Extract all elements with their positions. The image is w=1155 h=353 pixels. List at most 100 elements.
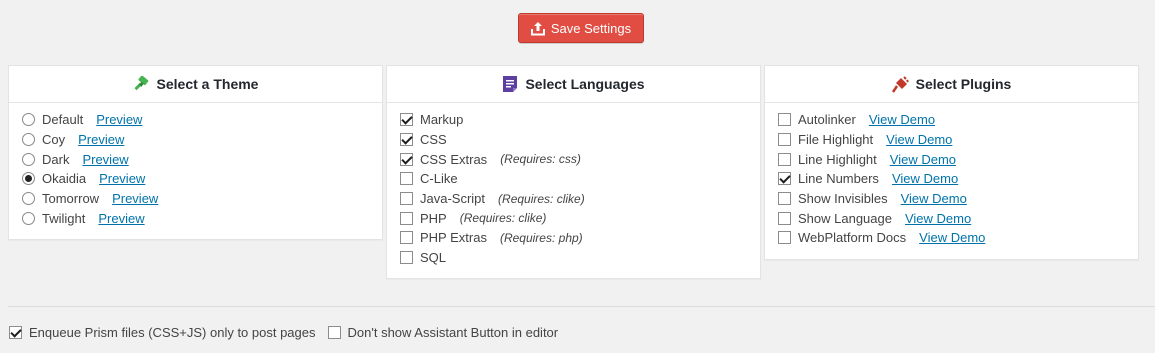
language-checkbox[interactable] <box>400 231 413 245</box>
theme-panel: Select a Theme Default Preview Coy Preview D… <box>8 65 383 240</box>
plug-icon <box>891 75 909 93</box>
theme-preview-link[interactable]: Preview <box>99 171 145 186</box>
plugin-list: Autolinker View Demo File Highlight View De… <box>765 103 1138 248</box>
language-checkbox[interactable] <box>400 113 413 127</box>
theme-option[interactable]: Coy Preview <box>22 130 382 150</box>
plugin-option[interactable]: Line Numbers View Demo <box>778 169 1138 189</box>
language-option[interactable]: CSS Extras (Requires: css) <box>400 149 760 169</box>
language-option[interactable]: Java-Script (Requires: clike) <box>400 189 760 209</box>
plugin-checkbox[interactable] <box>778 152 791 166</box>
plugins-panel-title: Select Plugins <box>915 76 1012 92</box>
assistant-button-option[interactable]: Don't show Assistant Button in editor <box>327 325 559 340</box>
language-label: SQL <box>420 250 447 266</box>
plugin-label: Autolinker <box>798 112 856 128</box>
language-requirement: (Requires: clike) <box>459 211 547 226</box>
language-checkbox[interactable] <box>400 133 413 147</box>
theme-label: Twilight <box>42 210 86 226</box>
language-list: Markup CSS CSS Extras (Requires: css) C-Like… <box>387 103 760 268</box>
theme-panel-header: Select a Theme <box>9 66 382 103</box>
plugin-demo-link[interactable]: View Demo <box>892 171 958 186</box>
enqueue-option[interactable]: Enqueue Prism files (CSS+JS) only to pos… <box>9 325 316 340</box>
theme-radio[interactable] <box>22 152 35 166</box>
plugin-demo-link[interactable]: View Demo <box>886 132 952 147</box>
plugin-checkbox[interactable] <box>778 192 791 206</box>
theme-preview-link[interactable]: Preview <box>112 191 158 206</box>
theme-option[interactable]: Default Preview <box>22 110 382 130</box>
plugin-checkbox[interactable] <box>778 172 791 186</box>
plugin-demo-link[interactable]: View Demo <box>901 191 967 206</box>
language-option[interactable]: PHP Extras (Requires: php) <box>400 228 760 248</box>
language-checkbox[interactable] <box>400 192 413 206</box>
theme-list: Default Preview Coy Preview Dark Preview Okaid… <box>9 103 382 228</box>
theme-radio[interactable] <box>22 211 35 225</box>
upload-icon <box>530 21 545 36</box>
plugin-option[interactable]: Autolinker View Demo <box>778 110 1138 130</box>
enqueue-label: Enqueue Prism files (CSS+JS) only to pos… <box>29 325 316 340</box>
theme-radio[interactable] <box>22 133 35 147</box>
plugin-label: WebPlatform Docs <box>798 230 907 246</box>
plugin-demo-link[interactable]: View Demo <box>905 211 971 226</box>
paintbrush-icon <box>133 75 150 93</box>
plugin-option[interactable]: File Highlight View Demo <box>778 130 1138 150</box>
theme-option[interactable]: Okaidia Preview <box>22 169 382 189</box>
language-label: CSS <box>420 132 447 148</box>
theme-panel-title: Select a Theme <box>156 76 259 92</box>
language-checkbox[interactable] <box>400 152 413 166</box>
language-label: CSS Extras <box>420 151 488 167</box>
assistant-button-label: Don't show Assistant Button in editor <box>347 325 559 340</box>
plugin-label: Line Highlight <box>798 151 877 167</box>
theme-option[interactable]: Tomorrow Preview <box>22 189 382 209</box>
plugin-checkbox[interactable] <box>778 113 791 127</box>
language-option[interactable]: CSS <box>400 130 760 150</box>
plugin-demo-link[interactable]: View Demo <box>919 230 985 245</box>
theme-label: Okaidia <box>42 171 87 187</box>
language-requirement: (Requires: css) <box>500 152 581 167</box>
language-requirement: (Requires: php) <box>499 230 583 245</box>
languages-panel-title: Select Languages <box>525 76 645 92</box>
plugin-label: Show Language <box>798 210 892 226</box>
plugin-demo-link[interactable]: View Demo <box>890 152 956 167</box>
footer-divider <box>8 306 1155 307</box>
theme-preview-link[interactable]: Preview <box>98 211 144 226</box>
theme-label: Coy <box>42 132 66 148</box>
language-option[interactable]: Markup <box>400 110 760 130</box>
plugin-option[interactable]: WebPlatform Docs View Demo <box>778 228 1138 248</box>
theme-label: Tomorrow <box>42 191 100 207</box>
plugin-label: File Highlight <box>798 132 874 148</box>
plugin-checkbox[interactable] <box>778 211 791 225</box>
plugin-option[interactable]: Show Language View Demo <box>778 208 1138 228</box>
theme-preview-link[interactable]: Preview <box>82 152 128 167</box>
language-option[interactable]: PHP (Requires: clike) <box>400 208 760 228</box>
plugin-option[interactable]: Show Invisibles View Demo <box>778 189 1138 209</box>
language-requirement: (Requires: clike) <box>498 191 585 206</box>
theme-radio[interactable] <box>22 172 35 186</box>
theme-radio[interactable] <box>22 192 35 206</box>
theme-label: Dark <box>42 151 70 167</box>
enqueue-checkbox[interactable] <box>9 326 22 339</box>
theme-preview-link[interactable]: Preview <box>78 132 124 147</box>
theme-option[interactable]: Dark Preview <box>22 149 382 169</box>
language-checkbox[interactable] <box>400 211 413 225</box>
save-settings-button[interactable]: Save Settings <box>518 13 644 43</box>
plugin-label: Line Numbers <box>798 171 879 187</box>
footer-options: Enqueue Prism files (CSS+JS) only to pos… <box>9 325 570 340</box>
theme-preview-link[interactable]: Preview <box>96 112 142 127</box>
language-option[interactable]: SQL <box>400 248 760 268</box>
language-option[interactable]: C-Like <box>400 169 760 189</box>
assistant-button-checkbox[interactable] <box>327 326 341 339</box>
plugins-panel-header: Select Plugins <box>765 66 1138 103</box>
plugin-option[interactable]: Line Highlight View Demo <box>778 149 1138 169</box>
plugin-demo-link[interactable]: View Demo <box>869 112 935 127</box>
language-label: PHP <box>420 210 447 226</box>
language-label: PHP Extras <box>420 230 487 246</box>
plugin-checkbox[interactable] <box>778 231 791 245</box>
plugin-checkbox[interactable] <box>778 133 791 147</box>
theme-radio[interactable] <box>22 113 35 127</box>
languages-panel: Select Languages Markup CSS CSS Extras (Req… <box>386 65 761 279</box>
language-checkbox[interactable] <box>400 172 413 186</box>
document-list-icon <box>502 75 518 93</box>
language-checkbox[interactable] <box>400 251 413 265</box>
plugin-label: Show Invisibles <box>798 191 888 207</box>
languages-panel-header: Select Languages <box>387 66 760 103</box>
theme-option[interactable]: Twilight Preview <box>22 208 382 228</box>
